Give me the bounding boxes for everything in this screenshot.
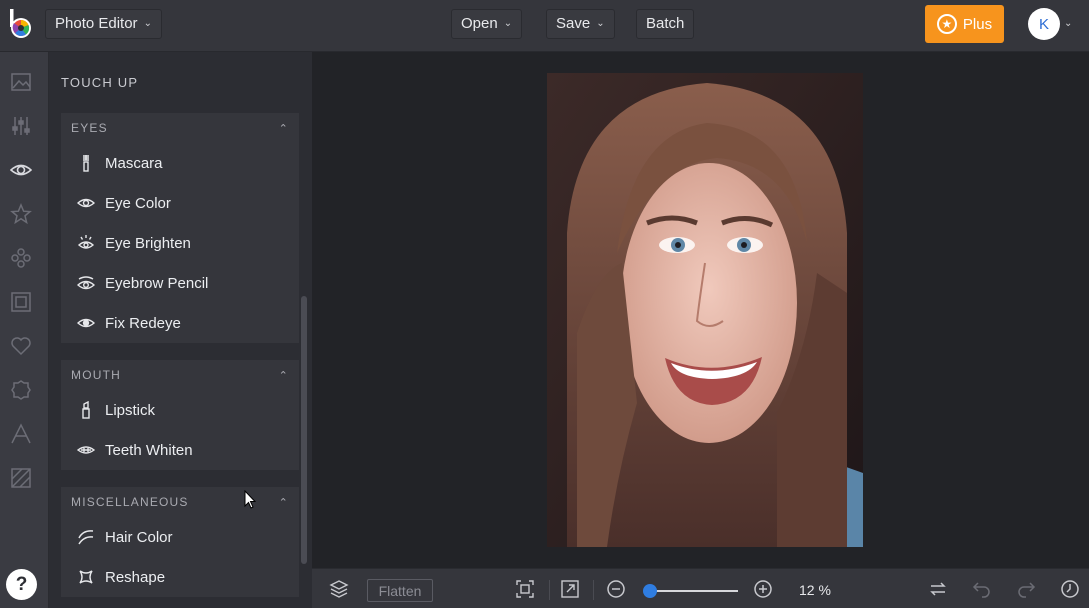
tool-label: Eye Brighten (105, 234, 191, 252)
redo-icon[interactable] (1016, 579, 1036, 599)
save-button[interactable]: Save ⌄ (546, 9, 615, 39)
open-label: Open (461, 15, 498, 32)
mouse-cursor-icon (244, 490, 256, 509)
tool-label: Hair Color (105, 528, 173, 546)
tool-fix-redeye[interactable]: Fix Redeye (61, 303, 299, 343)
tool-label: Eyebrow Pencil (105, 274, 209, 292)
mascara-icon (77, 154, 95, 172)
frame-icon[interactable] (10, 291, 32, 313)
photo-editor-label: Photo Editor (55, 15, 138, 32)
save-label: Save (556, 15, 591, 32)
open-button[interactable]: Open ⌄ (451, 9, 523, 39)
tool-label: Reshape (105, 568, 166, 586)
effects-icon[interactable] (10, 247, 32, 269)
chevron-down-icon: ⌄ (596, 18, 605, 29)
tool-reshape[interactable]: Reshape (61, 557, 299, 597)
tool-label: Mascara (105, 154, 163, 172)
touch-up-panel: TOUCH UP EYES ⌃ Mascara Eye Color Eye Br… (50, 52, 312, 608)
tool-eye-brighten[interactable]: Eye Brighten (61, 223, 299, 263)
tool-eyebrow-pencil[interactable]: Eyebrow Pencil (61, 263, 299, 303)
lipstick-icon (77, 401, 95, 419)
zoom-value: 12 % (799, 582, 831, 598)
flatten-button[interactable]: Flatten (367, 579, 433, 602)
eye-icon[interactable] (9, 159, 33, 181)
zoom-out-icon[interactable] (606, 579, 626, 599)
chevron-down-icon[interactable]: ⌄ (1064, 18, 1072, 29)
misc-section: MISCELLANEOUS ⌃ Hair Color Reshape (61, 487, 299, 597)
eye-icon (77, 194, 95, 212)
text-icon[interactable] (10, 423, 32, 445)
plus-button[interactable]: ★ Plus (925, 5, 1004, 43)
zoom-slider-track[interactable] (648, 590, 738, 592)
heart-icon[interactable] (10, 335, 32, 357)
eye-brighten-icon (77, 234, 95, 252)
canvas-area[interactable] (312, 52, 1089, 568)
teeth-icon (77, 441, 95, 459)
eyebrow-icon (77, 274, 95, 292)
chevron-up-icon: ⌃ (278, 122, 289, 135)
expand-icon[interactable] (560, 579, 580, 599)
mouth-section-header[interactable]: MOUTH ⌃ (61, 360, 299, 390)
flip-compare-icon[interactable] (928, 579, 948, 599)
tool-label: Eye Color (105, 194, 171, 212)
divider (549, 580, 550, 600)
tool-lipstick[interactable]: Lipstick (61, 390, 299, 430)
texture-icon[interactable] (10, 467, 32, 489)
batch-button[interactable]: Batch (636, 9, 695, 39)
panel-title: TOUCH UP (61, 75, 139, 90)
divider (593, 580, 594, 600)
history-icon[interactable] (1060, 579, 1080, 599)
chevron-up-icon: ⌃ (278, 369, 289, 382)
help-button[interactable]: ? (6, 569, 37, 600)
tool-eye-color[interactable]: Eye Color (61, 183, 299, 223)
zoom-in-icon[interactable] (753, 579, 773, 599)
tool-label: Lipstick (105, 401, 156, 419)
chevron-up-icon: ⌃ (278, 496, 289, 509)
redeye-icon (77, 314, 95, 332)
logo-icon[interactable] (8, 9, 34, 41)
mouth-section: MOUTH ⌃ Lipstick Teeth Whiten (61, 360, 299, 470)
badge-icon[interactable] (10, 379, 32, 401)
photo-editor-dropdown[interactable]: Photo Editor ⌄ (45, 9, 162, 39)
bottom-toolbar: Flatten 12 % (312, 568, 1089, 608)
eyes-section: EYES ⌃ Mascara Eye Color Eye Brighten Ey… (61, 113, 299, 343)
panel-scrollbar[interactable] (301, 296, 307, 564)
section-title: EYES (71, 121, 108, 135)
photo-portrait[interactable] (547, 73, 863, 547)
chevron-down-icon: ⌄ (143, 18, 152, 29)
adjust-icon[interactable] (10, 115, 32, 137)
tool-label: Teeth Whiten (105, 441, 193, 459)
section-title: MISCELLANEOUS (71, 495, 189, 509)
star-icon: ★ (936, 14, 957, 34)
avatar[interactable]: K (1028, 8, 1060, 40)
zoom-slider-handle[interactable] (642, 584, 657, 598)
tool-label: Fix Redeye (105, 314, 181, 332)
reshape-icon (77, 568, 95, 586)
layers-icon[interactable] (329, 579, 349, 599)
left-rail (0, 52, 49, 608)
misc-section-header[interactable]: MISCELLANEOUS ⌃ (61, 487, 299, 517)
star-icon[interactable] (10, 203, 32, 225)
tool-hair-color[interactable]: Hair Color (61, 517, 299, 557)
tool-teeth-whiten[interactable]: Teeth Whiten (61, 430, 299, 470)
chevron-down-icon: ⌄ (503, 18, 513, 29)
eyes-section-header[interactable]: EYES ⌃ (61, 113, 299, 143)
fit-screen-icon[interactable] (515, 579, 535, 599)
hair-icon (77, 528, 95, 546)
plus-label: Plus (962, 15, 993, 33)
section-title: MOUTH (71, 368, 121, 382)
undo-icon[interactable] (972, 579, 992, 599)
image-icon[interactable] (10, 71, 32, 93)
top-bar: Photo Editor ⌄ Open ⌄ Save ⌄ Batch ★ Plu… (0, 0, 1089, 52)
batch-label: Batch (646, 15, 685, 32)
tool-mascara[interactable]: Mascara (61, 143, 299, 183)
